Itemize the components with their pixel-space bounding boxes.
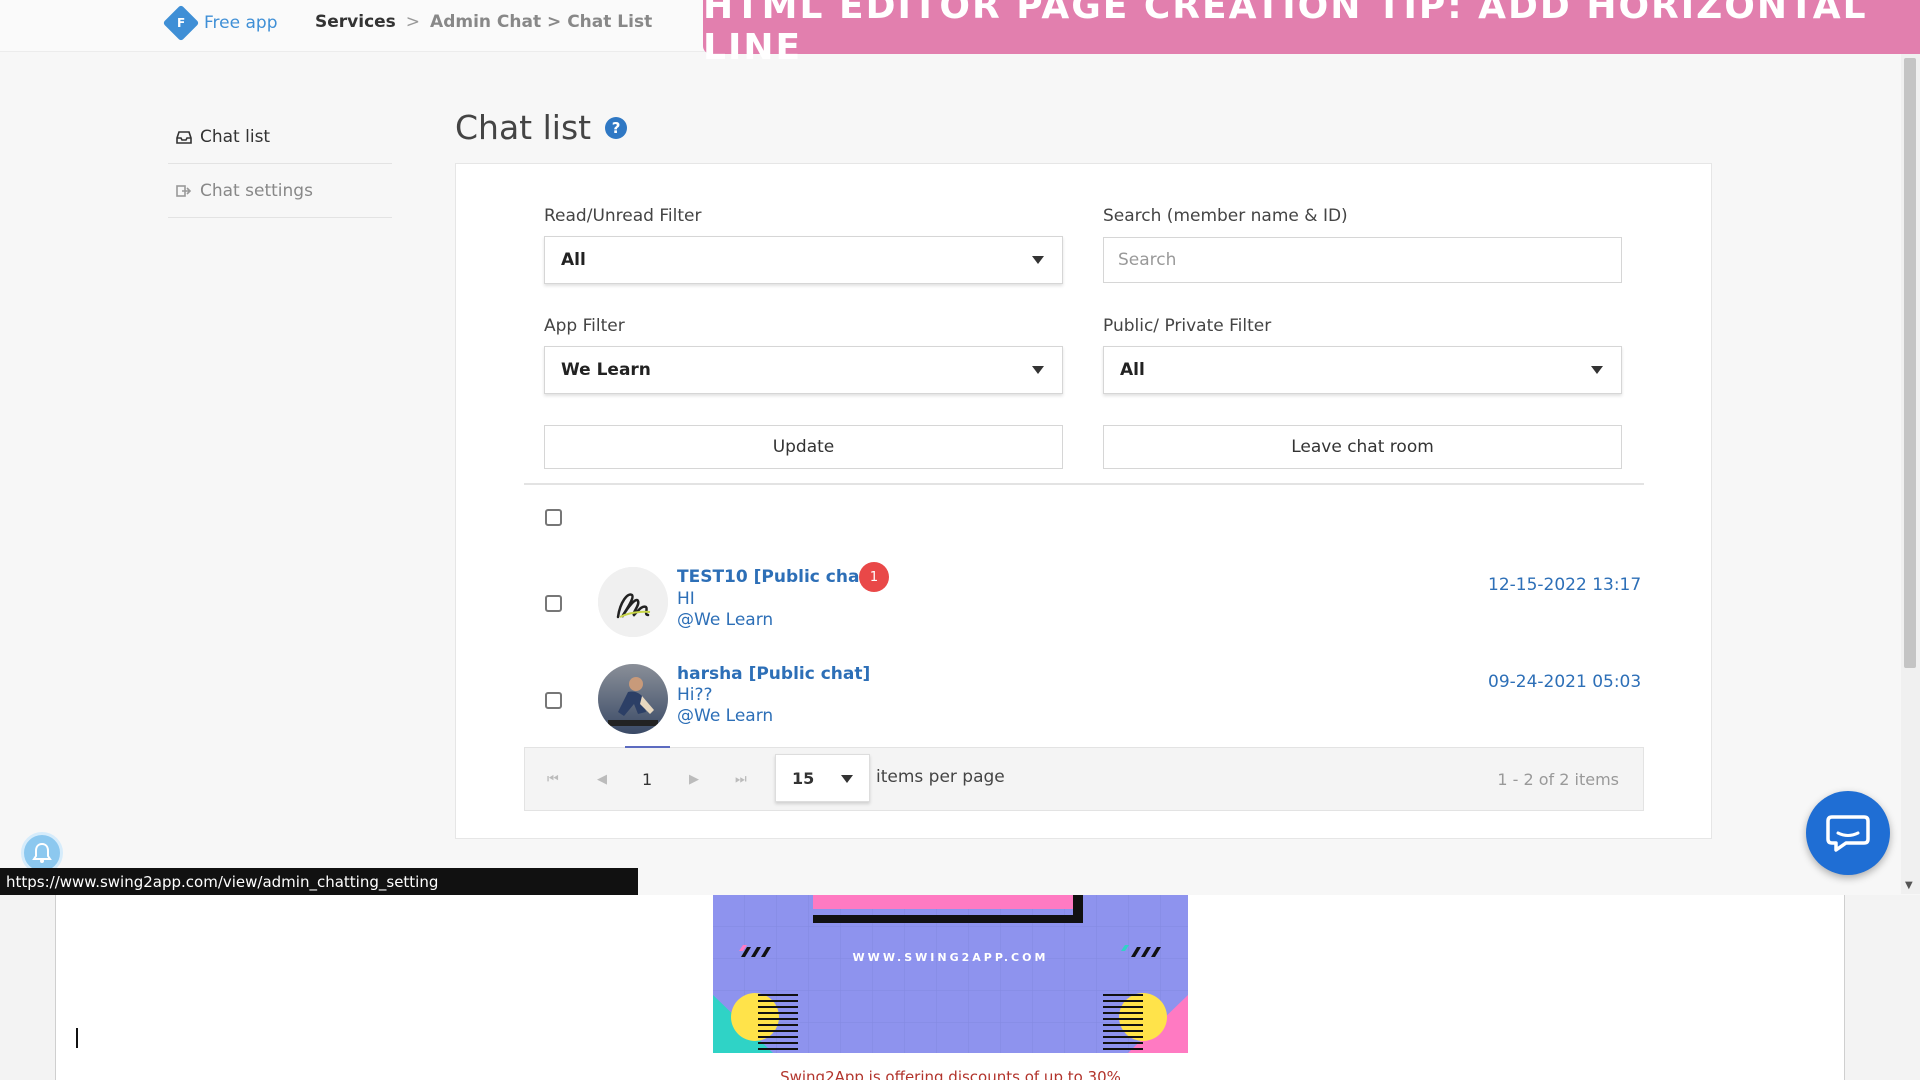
inbox-icon xyxy=(176,130,192,144)
privacy-filter-value: All xyxy=(1120,360,1145,380)
read-filter-label: Read/Unread Filter xyxy=(544,206,702,226)
logo-letter: F xyxy=(176,15,186,30)
search-input[interactable] xyxy=(1103,237,1622,283)
breadcrumb: Services > Admin Chat > Chat List xyxy=(315,12,652,32)
breadcrumb-separator: > xyxy=(405,12,421,32)
breadcrumb-current: Admin Chat > Chat List xyxy=(430,12,653,32)
unread-badge: 1 xyxy=(859,562,889,592)
sidebar: Chat list Chat settings xyxy=(168,110,392,218)
page-number[interactable]: 1 xyxy=(642,770,652,789)
privacy-filter-label: Public/ Private Filter xyxy=(1103,316,1272,336)
chat-bubble-icon xyxy=(1826,815,1870,852)
scroll-down-icon[interactable]: ▼ xyxy=(1905,880,1913,891)
editor-gutter-right xyxy=(1845,895,1920,1080)
divider xyxy=(524,483,1644,485)
sidebar-item-chat-settings[interactable]: Chat settings xyxy=(168,164,392,218)
row-checkbox[interactable] xyxy=(545,595,562,612)
chevron-down-icon xyxy=(841,775,853,783)
promo-image: WWW.SWING2APP.COM xyxy=(713,895,1188,1053)
per-page-label: items per page xyxy=(876,767,1005,787)
chat-app: @We Learn xyxy=(677,610,774,630)
sign-out-icon xyxy=(176,184,192,198)
leave-chat-room-button[interactable]: Leave chat room xyxy=(1103,425,1622,469)
chat-message: Hi?? xyxy=(677,685,713,705)
chevron-down-icon xyxy=(1032,256,1044,264)
app-name[interactable]: Free app xyxy=(204,13,277,33)
live-chat-button[interactable] xyxy=(1806,791,1890,875)
avatar xyxy=(598,567,668,637)
privacy-filter-select[interactable]: All xyxy=(1103,346,1622,394)
first-page-icon[interactable]: ⏮ xyxy=(547,772,559,787)
read-filter-select[interactable]: All xyxy=(544,236,1063,284)
scrollbar-thumb[interactable] xyxy=(1904,58,1916,668)
row-checkbox[interactable] xyxy=(545,692,562,709)
tip-banner: HTML Editor Page Creation Tip: Add Horiz… xyxy=(703,0,1920,68)
last-page-icon[interactable]: ⏭ xyxy=(735,772,747,787)
help-icon[interactable]: ? xyxy=(605,116,628,139)
editor-gutter-left xyxy=(0,895,55,1080)
next-page-icon[interactable]: ▶ xyxy=(689,772,699,787)
prev-page-icon[interactable]: ◀ xyxy=(597,772,607,787)
promo-graphic xyxy=(713,895,1188,1053)
app-filter-select[interactable]: We Learn xyxy=(544,346,1063,394)
avatar xyxy=(598,664,668,734)
page-title: Chat list ? xyxy=(455,108,628,147)
pagination-info: 1 - 2 of 2 items xyxy=(1497,770,1619,789)
app-filter-label: App Filter xyxy=(544,316,625,336)
sidebar-item-chat-list[interactable]: Chat list xyxy=(168,110,392,164)
logo-icon: F xyxy=(162,4,200,42)
sidebar-item-label: Chat list xyxy=(200,126,271,147)
chevron-down-icon xyxy=(1591,366,1603,374)
chevron-down-icon xyxy=(1032,366,1044,374)
sidebar-item-label: Chat settings xyxy=(200,180,313,201)
chat-panel: Read/Unread Filter All Search (member na… xyxy=(455,163,1712,839)
chat-message: HI xyxy=(677,589,695,609)
search-label: Search (member name & ID) xyxy=(1103,206,1348,226)
per-page-value: 15 xyxy=(792,768,815,788)
promo-text: Swing2App is offering discounts of up to… xyxy=(780,1068,1121,1080)
bell-icon xyxy=(32,842,52,863)
app-filter-value: We Learn xyxy=(561,360,651,380)
status-bar-url: https://www.swing2app.com/view/admin_cha… xyxy=(0,868,638,895)
pagination: ⏮ ◀ 1 ▶ ⏭ 15 items per page 1 - 2 of 2 i… xyxy=(524,746,1644,811)
app-logo[interactable]: F Free app xyxy=(162,4,277,42)
update-button[interactable]: Update xyxy=(544,425,1063,469)
page-title-text: Chat list xyxy=(455,108,592,147)
promo-url: WWW.SWING2APP.COM xyxy=(852,951,1049,964)
chat-app: @We Learn xyxy=(677,706,774,726)
text-caret xyxy=(76,1028,78,1048)
chat-title[interactable]: harsha [Public chat] xyxy=(677,664,870,684)
per-page-select[interactable]: 15 xyxy=(775,754,870,802)
breadcrumb-services[interactable]: Services xyxy=(315,12,396,32)
chat-date: 12-15-2022 13:17 xyxy=(1488,575,1642,595)
current-page-indicator xyxy=(625,746,670,748)
chat-date: 09-24-2021 05:03 xyxy=(1488,672,1642,692)
select-all-checkbox[interactable] xyxy=(545,509,562,526)
read-filter-value: All xyxy=(561,250,586,270)
chat-title[interactable]: TEST10 [Public chat] xyxy=(677,567,875,587)
